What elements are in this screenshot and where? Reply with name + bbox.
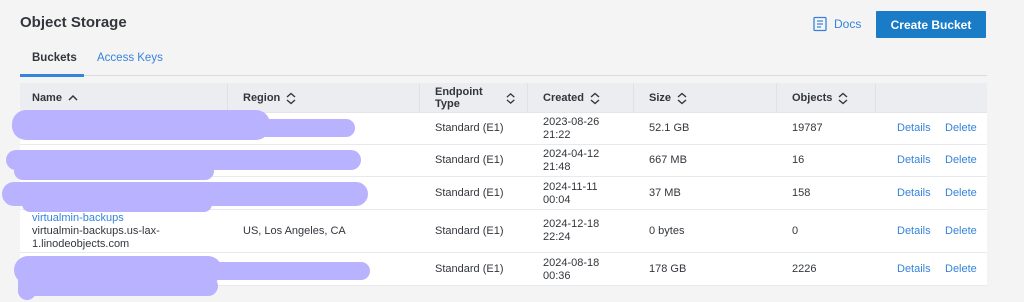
column-header-size[interactable]: Size — [649, 83, 687, 113]
delete-link[interactable]: Delete — [945, 225, 977, 237]
bucket-region: US, Los Angeles, CA — [243, 225, 346, 237]
bucket-size: 667 MB — [649, 154, 687, 166]
bucket-name-link[interactable]: virtualmin-backups — [32, 212, 124, 225]
docs-link[interactable]: Docs — [812, 14, 861, 34]
tab-access-keys[interactable]: Access Keys — [97, 52, 163, 64]
column-header-objects[interactable]: Objects — [792, 83, 848, 113]
sort-icon — [590, 92, 600, 104]
endpoint-type: Standard (E1) — [435, 263, 504, 275]
details-link[interactable]: Details — [897, 225, 931, 237]
tab-bar: Buckets Access Keys — [20, 48, 987, 77]
details-link[interactable]: Details — [897, 263, 931, 275]
sort-icon — [506, 92, 515, 104]
column-separator — [633, 83, 634, 113]
object-count: 19787 — [792, 122, 823, 134]
delete-link[interactable]: Delete — [945, 122, 977, 134]
bucket-size: 37 MB — [649, 187, 681, 199]
endpoint-type: Standard (E1) — [435, 187, 504, 199]
bucket-size: 52.1 GB — [649, 122, 690, 134]
column-header-created[interactable]: Created — [543, 83, 600, 113]
bucket-size: 0 bytes — [649, 225, 685, 237]
details-link[interactable]: Details — [897, 122, 931, 134]
created-time: 21:22 — [543, 129, 571, 141]
created-date: 2023-08-26 — [543, 116, 600, 128]
delete-link[interactable]: Delete — [945, 187, 977, 199]
redaction-mark — [18, 276, 218, 296]
object-count: 16 — [792, 154, 805, 166]
tab-buckets[interactable]: Buckets — [32, 52, 77, 64]
details-link[interactable]: Details — [897, 187, 931, 199]
endpoint-type: Standard (E1) — [435, 122, 504, 134]
created-time: 21:48 — [543, 161, 571, 173]
column-header-endpoint-type[interactable]: Endpoint Type — [435, 83, 515, 113]
column-separator — [419, 83, 420, 113]
created-time: 00:04 — [543, 194, 571, 206]
delete-link[interactable]: Delete — [945, 263, 977, 275]
column-header-region[interactable]: Region — [243, 83, 296, 113]
created-date: 2024-08-18 — [543, 257, 600, 269]
create-bucket-button[interactable]: Create Bucket — [876, 11, 986, 38]
redaction-mark — [14, 162, 214, 180]
details-link[interactable]: Details — [897, 154, 931, 166]
bucket-hostname: virtualmin-backups.us-lax- — [32, 225, 160, 237]
delete-link[interactable]: Delete — [945, 154, 977, 166]
endpoint-type: Standard (E1) — [435, 225, 504, 237]
object-count: 0 — [792, 225, 799, 237]
page-title: Object Storage — [20, 14, 127, 31]
bucket-size: 178 GB — [649, 263, 687, 275]
created-time: 00:36 — [543, 270, 571, 282]
created-date: 2024-12-18 — [543, 218, 600, 230]
sort-icon — [677, 92, 687, 104]
endpoint-type: Standard (E1) — [435, 154, 504, 166]
created-time: 22:24 — [543, 231, 571, 243]
sort-ascending-icon — [68, 94, 78, 101]
object-count: 2226 — [792, 263, 817, 275]
redaction-mark — [18, 268, 36, 300]
table-header: Name Region Endpoint Type Created Size O… — [20, 83, 987, 113]
sort-icon — [838, 92, 848, 104]
created-date: 2024-04-12 — [543, 148, 600, 160]
bucket-hostname: 1.linodeobjects.com — [32, 238, 130, 250]
created-date: 2024-11-11 — [543, 181, 598, 193]
column-separator — [527, 83, 528, 113]
redaction-mark — [60, 119, 355, 137]
redaction-mark — [22, 196, 212, 212]
sort-icon — [286, 92, 296, 104]
docs-label: Docs — [834, 17, 862, 31]
table-row: virtualmin-backups virtualmin-backups.us… — [20, 210, 987, 253]
column-separator — [227, 83, 228, 113]
column-header-name[interactable]: Name — [32, 83, 78, 113]
docs-icon — [813, 16, 827, 32]
active-tab-indicator — [20, 74, 84, 77]
column-separator — [875, 83, 876, 113]
column-separator — [776, 83, 777, 113]
object-count: 158 — [792, 187, 811, 199]
